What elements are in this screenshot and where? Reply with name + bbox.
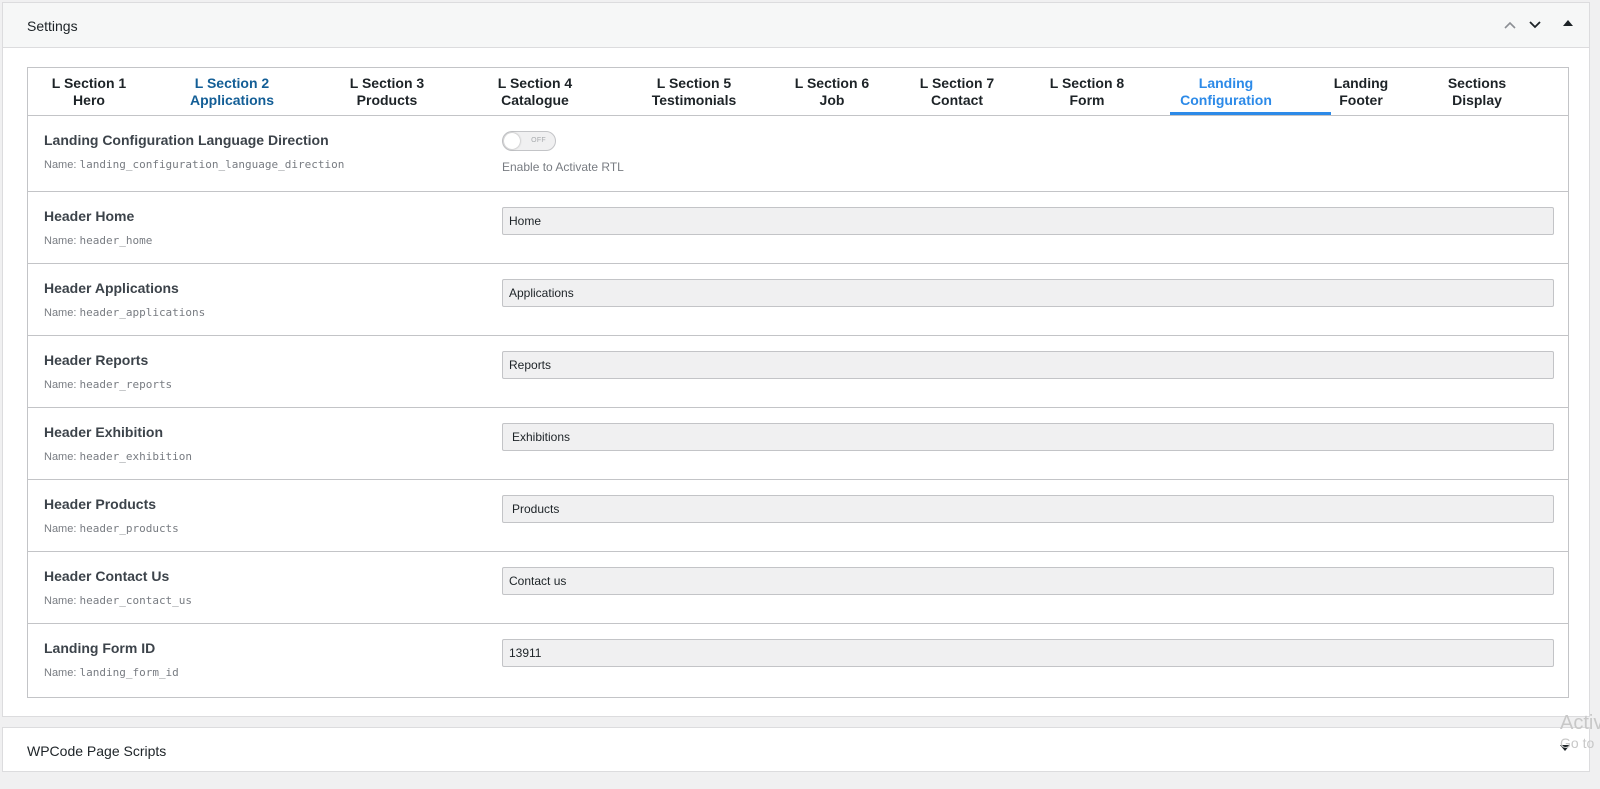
tab-label-line1: L Section 3 (349, 75, 425, 91)
chevron-up-icon[interactable] (1500, 15, 1520, 35)
tab-applications[interactable]: L Section 2 Applications (190, 75, 274, 109)
tab-label-line1: L Section 4 (497, 75, 573, 91)
tab-label-line1: L Section 1 (51, 75, 127, 91)
toggle-state-text: OFF (531, 137, 546, 144)
setting-row-header-home: Header Home Name: header_home (28, 192, 1568, 264)
tab-label-line2: Products (356, 92, 418, 108)
tab-label-line1: L Section 6 (794, 75, 870, 91)
setting-label: Header Reports (44, 352, 149, 368)
landing-form-id-input[interactable] (502, 639, 1554, 667)
setting-name: Name: header_contact_us (44, 594, 193, 607)
setting-row-header-reports: Header Reports Name: header_reports (28, 336, 1568, 408)
tab-form[interactable]: L Section 8 Form (1050, 75, 1124, 109)
setting-name: Name: header_applications (44, 306, 206, 319)
setting-label: Header Home (44, 208, 135, 224)
header-applications-input[interactable] (502, 279, 1554, 307)
tab-products[interactable]: L Section 3 Products (350, 75, 424, 109)
tab-display[interactable]: Sections Display (1448, 75, 1506, 109)
setting-label: Landing Form ID (44, 640, 156, 656)
tab-label-line1: Landing (1198, 75, 1254, 91)
triangle-up-icon[interactable] (1558, 15, 1578, 35)
settings-panel: Settings L Section 1 Hero L Section 2 Appli… (2, 2, 1590, 717)
tab-label-line2: Testimonials (651, 92, 737, 108)
setting-name: Name: header_exhibition (44, 450, 193, 463)
tab-catalogue[interactable]: L Section 4 Catalogue (498, 75, 572, 109)
tab-label-line2: Catalogue (501, 92, 569, 108)
setting-label: Header Applications (44, 280, 179, 296)
tab-label-line2: Hero (73, 92, 105, 108)
tab-label-line2: Contact (930, 92, 984, 108)
header-exhibition-input[interactable] (502, 423, 1554, 451)
tab-label-line2: Applications (189, 92, 275, 108)
setting-row-header-products: Header Products Name: header_products (28, 480, 1568, 552)
tab-label-line2: Footer (1339, 92, 1383, 108)
tab-label-line1: Sections (1447, 75, 1507, 91)
setting-row-landing-form-id: Landing Form ID Name: landing_form_id (28, 624, 1568, 696)
tab-configuration[interactable]: Landing Configuration (1180, 75, 1272, 109)
settings-panel-title: Settings (27, 18, 78, 34)
tab-label-line1: L Section 5 (656, 75, 732, 91)
setting-name: Name: landing_form_id (44, 666, 179, 679)
toggle-description: Enable to Activate RTL (502, 160, 624, 174)
settings-panel-header: Settings (3, 3, 1589, 48)
tab-label-line1: L Section 7 (919, 75, 995, 91)
setting-row-header-exhibition: Header Exhibition Name: header_exhibition (28, 408, 1568, 480)
tab-label-line1: L Section 8 (1049, 75, 1125, 91)
toggle-knob (504, 133, 520, 149)
setting-row-header-applications: Header Applications Name: header_applicat… (28, 264, 1568, 336)
settings-box: L Section 1 Hero L Section 2 Applications L … (27, 67, 1569, 698)
tab-label-line2: Job (819, 92, 845, 108)
tab-label-line1: Landing (1333, 75, 1389, 91)
activation-watermark: Activ Go to (1560, 712, 1600, 751)
tab-label-line1: L Section 2 (194, 75, 270, 91)
setting-name: Name: header_products (44, 522, 179, 535)
tab-footer[interactable]: Landing Footer (1334, 75, 1388, 109)
setting-label: Header Contact Us (44, 568, 170, 584)
header-contact-us-input[interactable] (502, 567, 1554, 595)
tab-label-line2: Form (1069, 92, 1105, 108)
tab-bar: L Section 1 Hero L Section 2 Applications L … (28, 68, 1568, 116)
chevron-down-icon[interactable] (1525, 15, 1545, 35)
setting-name: Name: landing_configuration_language_dir… (44, 158, 345, 171)
header-products-input[interactable] (502, 495, 1554, 523)
setting-row-language-direction: Landing Configuration Language Direction… (28, 116, 1568, 192)
tab-hero[interactable]: L Section 1 Hero (52, 75, 126, 109)
tab-testimonials[interactable]: L Section 5 Testimonials (652, 75, 737, 109)
rtl-toggle[interactable]: OFF (502, 131, 556, 151)
setting-name: Name: header_home (44, 234, 153, 247)
tab-job[interactable]: L Section 6 Job (795, 75, 869, 109)
setting-label: Header Exhibition (44, 424, 164, 440)
setting-label: Header Products (44, 496, 157, 512)
header-reports-input[interactable] (502, 351, 1554, 379)
tab-label-line2: Configuration (1180, 92, 1272, 108)
setting-row-header-contact-us: Header Contact Us Name: header_contact_us (28, 552, 1568, 624)
setting-label: Landing Configuration Language Direction (44, 132, 329, 148)
wpcode-panel-title: WPCode Page Scripts (27, 743, 167, 759)
tab-label-line2: Display (1452, 92, 1502, 108)
wpcode-panel: WPCode Page Scripts (2, 727, 1590, 772)
tab-contact[interactable]: L Section 7 Contact (920, 75, 994, 109)
header-home-input[interactable] (502, 207, 1554, 235)
setting-name: Name: header_reports (44, 378, 173, 391)
active-tab-indicator (1170, 112, 1331, 115)
